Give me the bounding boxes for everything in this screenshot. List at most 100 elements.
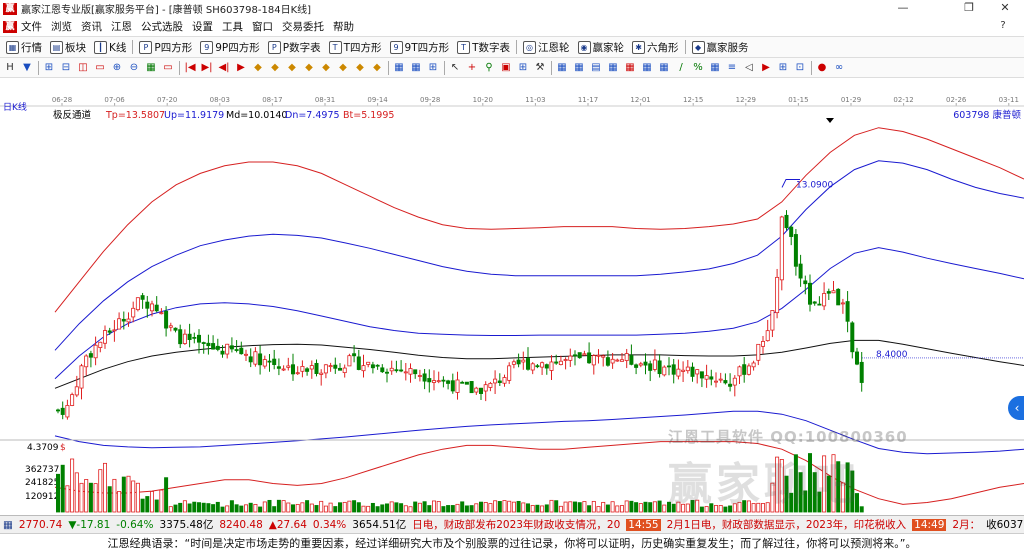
drawing-tool-icon[interactable]: ▦ (606, 61, 620, 75)
volume-bar (239, 505, 244, 513)
candle-body (699, 371, 704, 379)
drawing-tool-icon[interactable]: ◆ (285, 61, 299, 75)
grid-icon: ▦ (6, 40, 19, 54)
drawing-tool-icon[interactable]: H (3, 61, 17, 75)
drawing-tool-icon[interactable]: |◀ (183, 61, 197, 75)
drawing-tool-icon[interactable]: ◆ (353, 61, 367, 75)
candle-body (258, 353, 263, 366)
toolbar-pnum-button[interactable]: P P数字表 (267, 40, 321, 55)
toolbar-candle-button[interactable]: ┃ K线 (94, 40, 126, 55)
help-icon[interactable]: ? (986, 18, 1020, 35)
toolbar-service-button[interactable]: ◆ 赢家服务 (691, 40, 749, 55)
volume-bar (601, 501, 606, 513)
drawing-tool-icon[interactable]: ◆ (319, 61, 333, 75)
toolbar-winner-wheel-button[interactable]: ◉ 赢家轮 (577, 40, 624, 55)
drawing-tool-icon[interactable]: ⊞ (426, 61, 440, 75)
menu-info[interactable]: 资讯 (81, 19, 102, 34)
drawing-tool-icon[interactable]: ↖ (448, 61, 462, 75)
volume-bar (554, 500, 559, 513)
kline-chart[interactable]: 06-28 07-06 07-20 08-03 08-17 08-31 09-14 09-28… (0, 78, 1024, 515)
drawing-tool-icon[interactable]: ◆ (268, 61, 282, 75)
volume-bar (587, 505, 592, 513)
minimize-button[interactable]: — (886, 0, 920, 17)
drawing-tool-icon[interactable]: ● (815, 61, 829, 75)
drawing-tool-icon[interactable]: ▦ (555, 61, 569, 75)
drawing-tool-icon[interactable]: ▶ (234, 61, 248, 75)
menu-browse[interactable]: 浏览 (51, 19, 72, 34)
drawing-tool-icon[interactable]: ⊟ (59, 61, 73, 75)
drawing-tool-icon[interactable]: ▦ (623, 61, 637, 75)
drawing-tool-icon[interactable]: ◁ (742, 61, 756, 75)
candle-body (239, 347, 244, 355)
menu-trade[interactable]: 交易委托 (282, 19, 324, 34)
candle-body (690, 366, 695, 377)
volume-bar (450, 505, 455, 513)
volume-bar (544, 504, 549, 513)
volume-bar (507, 500, 512, 513)
news-item-3[interactable]: 2月： (952, 517, 980, 532)
drawing-tool-icon[interactable]: + (465, 61, 479, 75)
toolbar-blocks-button[interactable]: ▤ 板块 (50, 40, 86, 55)
restore-button[interactable]: ❐ (952, 0, 986, 17)
menu-help[interactable]: 帮助 (333, 19, 354, 34)
drawing-tool-icon[interactable]: ◆ (370, 61, 384, 75)
news-item-1[interactable]: 日电，财政部发布2023年财政收支情况，20 (412, 517, 620, 532)
menu-settings[interactable]: 设置 (192, 19, 213, 34)
drawing-tool-icon[interactable]: ⊡ (793, 61, 807, 75)
menu-formula[interactable]: 公式选股 (141, 19, 183, 34)
drawing-tool-icon[interactable]: ▦ (409, 61, 423, 75)
drawing-tool-icon[interactable]: ▦ (144, 61, 158, 75)
toolbar-t-button[interactable]: T T四方形 (328, 40, 382, 55)
drawing-tool-icon[interactable]: ⊖ (127, 61, 141, 75)
drawing-tool-icon[interactable]: ◆ (336, 61, 350, 75)
drawing-tool-icon[interactable]: ▦ (708, 61, 722, 75)
drawing-tool-icon[interactable]: ⊞ (776, 61, 790, 75)
drawing-tool-icon[interactable]: ◆ (251, 61, 265, 75)
drawing-tool-icon[interactable]: ▦ (657, 61, 671, 75)
candle-body (309, 365, 314, 370)
drawing-tool-icon[interactable]: ▦ (572, 61, 586, 75)
menu-tools[interactable]: 工具 (222, 19, 243, 34)
drawing-tool-icon[interactable]: ▦ (392, 61, 406, 75)
grid-icon[interactable]: ▦ (3, 519, 13, 531)
drawing-tool-icon[interactable]: ⚒ (533, 61, 547, 75)
drawing-tool-icon[interactable]: ▭ (161, 61, 175, 75)
toolbar-p-button[interactable]: P P四方形 (139, 40, 192, 55)
menu-gann[interactable]: 江恩 (111, 19, 132, 34)
candle-body (408, 368, 413, 375)
drawing-tool-icon[interactable]: ⊞ (42, 61, 56, 75)
drawing-tool-icon[interactable]: ▦ (640, 61, 654, 75)
candle-body (417, 375, 422, 377)
close-button[interactable]: ✕ (988, 0, 1022, 17)
drawing-tool-icon[interactable]: ∞ (832, 61, 846, 75)
toolbar-p9-button[interactable]: 9 9P四方形 (200, 40, 260, 55)
toolbar-grid-button[interactable]: ▦ 行情 (6, 40, 42, 55)
toolbar-hexagon-button[interactable]: ✱ 六角形 (632, 40, 679, 55)
toolbar-gann-wheel-button[interactable]: ◎ 江恩轮 (523, 40, 570, 55)
volume-bar (225, 505, 230, 513)
volume-bar (281, 500, 286, 513)
drawing-tool-icon[interactable]: ▼ (20, 61, 34, 75)
drawing-tool-icon[interactable]: / (674, 61, 688, 75)
news-item-2[interactable]: 2月1日电，财政部数据显示，2023年，印花税收入 (667, 517, 907, 532)
drawing-tool-icon[interactable]: % (691, 61, 705, 75)
drawing-tool-icon[interactable]: ≡ (725, 61, 739, 75)
drawing-tool-icon[interactable]: ◀| (217, 61, 231, 75)
candle-body (521, 359, 526, 363)
drawing-tool-icon[interactable]: ▤ (589, 61, 603, 75)
drawing-tool-icon[interactable]: ⚲ (482, 61, 496, 75)
volume-bar (168, 506, 173, 513)
drawing-tool-icon[interactable]: ▶| (200, 61, 214, 75)
menu-window[interactable]: 窗口 (252, 19, 273, 34)
toolbar-tnum-button[interactable]: T T数字表 (457, 40, 510, 55)
volume-bar (403, 505, 408, 513)
drawing-tool-icon[interactable]: ◆ (302, 61, 316, 75)
drawing-tool-icon[interactable]: ◫ (76, 61, 90, 75)
toolbar-t9-button[interactable]: 9 9T四方形 (389, 40, 449, 55)
drawing-tool-icon[interactable]: ⊞ (516, 61, 530, 75)
drawing-tool-icon[interactable]: ▭ (93, 61, 107, 75)
drawing-tool-icon[interactable]: ▶ (759, 61, 773, 75)
drawing-tool-icon[interactable]: ▣ (499, 61, 513, 75)
menu-file[interactable]: 文件 (21, 19, 42, 34)
drawing-tool-icon[interactable]: ⊕ (110, 61, 124, 75)
